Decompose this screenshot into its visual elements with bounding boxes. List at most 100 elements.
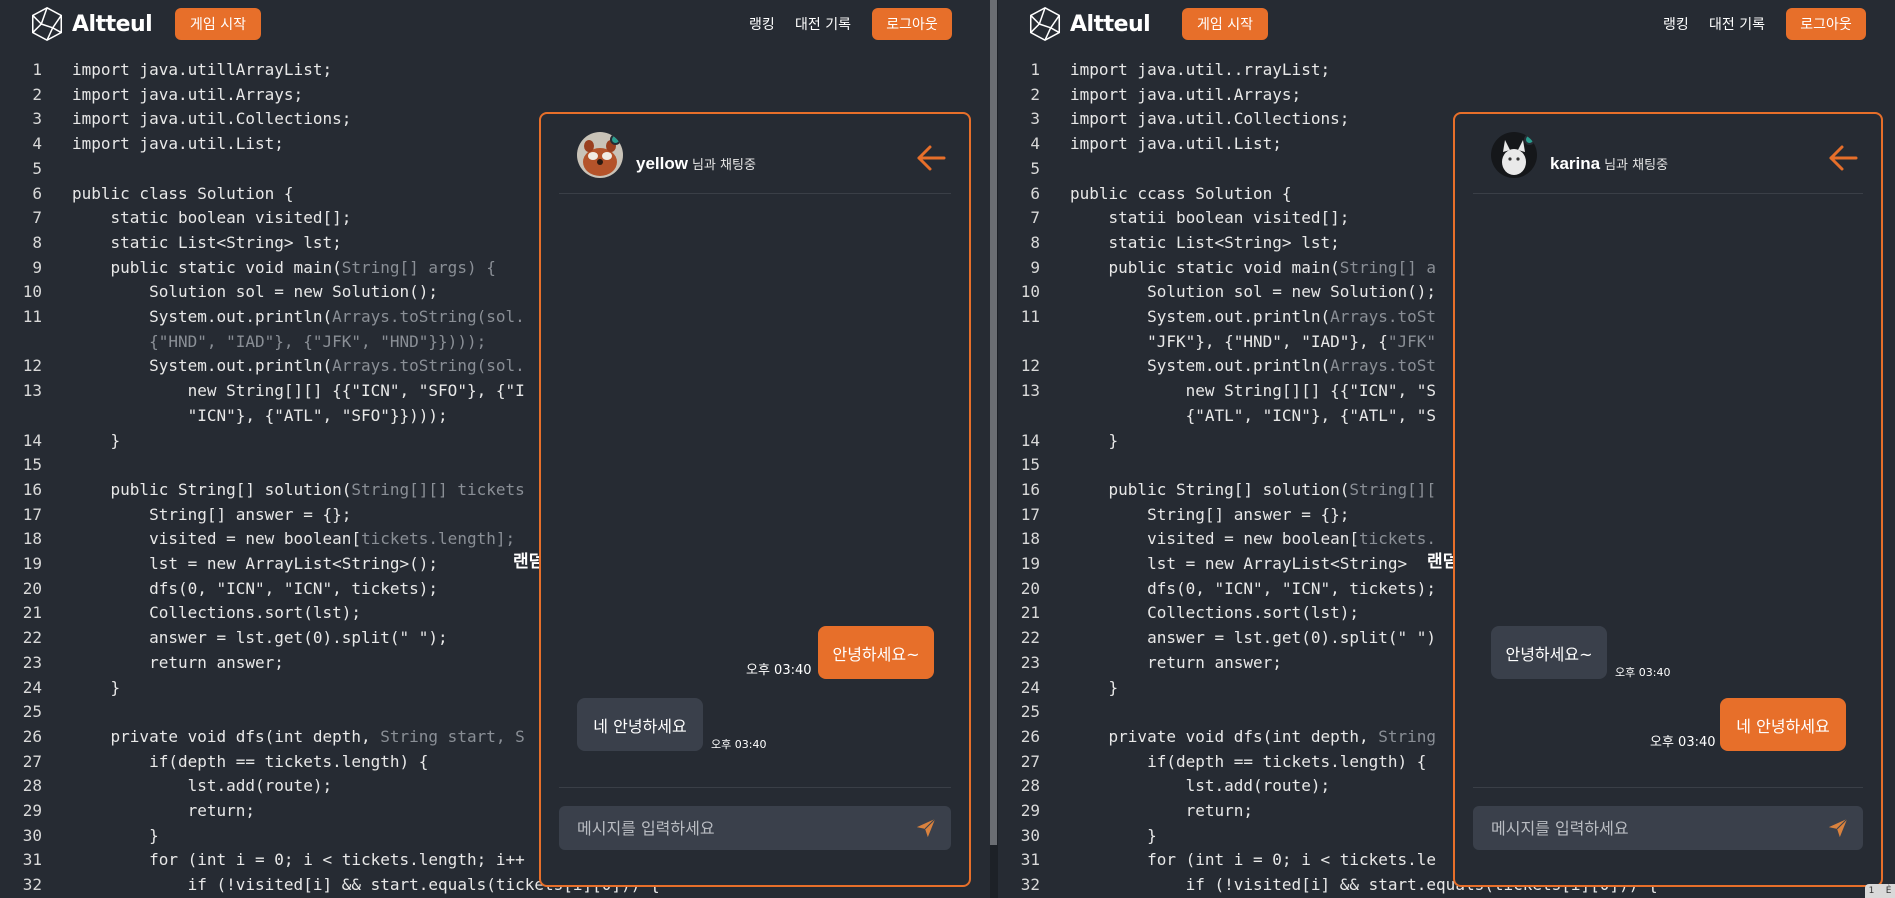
line-number: 18: [22, 529, 42, 549]
start-game-button[interactable]: 게임 시작: [175, 8, 261, 40]
code-line[interactable]: }: [72, 676, 121, 701]
code-line[interactable]: import java.util..rrayList;: [1070, 58, 1330, 83]
line-number: 31: [22, 850, 42, 870]
code-line[interactable]: import java.util.Arrays;: [1070, 83, 1301, 108]
code-line[interactable]: import java.util.Collections;: [72, 107, 351, 132]
code-line[interactable]: lst.add(route);: [72, 774, 333, 799]
code-line[interactable]: lst = new ArrayList<String>: [1070, 552, 1407, 577]
corner-widget[interactable]: 1 Ѐ: [1865, 884, 1895, 898]
code-line[interactable]: public static void main(String[] a: [1070, 256, 1437, 281]
code-line[interactable]: dfs(0, "ICN", "ICN", tickets);: [1070, 577, 1436, 602]
message-time: 오후 03:40: [1650, 735, 1716, 750]
code-line[interactable]: "JFK"}, {"HND", "IAD"}, {"JFK": [1070, 330, 1436, 355]
code-line[interactable]: for (int i = 0; i < tickets.length; i++: [72, 848, 525, 873]
chat-input-box[interactable]: [559, 806, 951, 850]
code-line[interactable]: System.out.println(Arrays.toString(sol.: [72, 354, 525, 379]
right-pane: Altteul 게임 시작 랭킹 대전 기록 로그아웃 1 import java…: [998, 0, 1895, 898]
code-line[interactable]: import java.util.List;: [72, 132, 284, 157]
code-line[interactable]: String[] answer = {};: [1070, 503, 1349, 528]
code-line[interactable]: }: [72, 824, 159, 849]
code-line[interactable]: answer = lst.get(0).split(" ");: [72, 626, 448, 651]
code-line[interactable]: statii boolean visited[];: [1070, 206, 1350, 231]
code-line[interactable]: lst = new ArrayList<String>();: [72, 552, 438, 577]
code-line[interactable]: if(depth == tickets.length) {: [72, 750, 428, 775]
split-divider[interactable]: [990, 0, 998, 898]
line-number: 32: [1020, 875, 1040, 895]
line-number: 4: [1030, 134, 1040, 154]
code-line[interactable]: System.out.println(Arrays.toString(sol.: [72, 305, 525, 330]
code-line[interactable]: Collections.sort(lst);: [1070, 601, 1359, 626]
nav-battle-history[interactable]: 대전 기록: [795, 14, 851, 34]
back-arrow-icon[interactable]: [1827, 142, 1859, 174]
nav-ranking[interactable]: 랭킹: [749, 14, 775, 34]
code-line[interactable]: public String[] solution(String[][] tick…: [72, 478, 525, 503]
nav-ranking[interactable]: 랭킹: [1663, 14, 1689, 34]
line-number: 11: [1020, 307, 1040, 326]
message-input[interactable]: [1491, 806, 1771, 850]
line-number: 10: [22, 282, 42, 302]
code-line[interactable]: for (int i = 0; i < tickets.le: [1070, 848, 1436, 873]
code-line[interactable]: }: [1070, 824, 1157, 849]
code-line[interactable]: visited = new boolean[tickets.: [1070, 527, 1436, 552]
code-line[interactable]: import java.utillArrayList;: [72, 58, 332, 83]
code-line[interactable]: System.out.println(Arrays.toSt: [1070, 305, 1436, 330]
code-line[interactable]: {"HND", "IAD"}, {"JFK", "HND"}})));: [72, 330, 486, 355]
scrollbar-thumb[interactable]: [990, 0, 997, 845]
logout-button[interactable]: 로그아웃: [1786, 8, 1866, 40]
code-line[interactable]: Solution sol = new Solution();: [1070, 280, 1436, 305]
start-game-button[interactable]: 게임 시작: [1182, 8, 1268, 40]
code-line[interactable]: import java.util.Collections;: [1070, 107, 1349, 132]
code-line[interactable]: static List<String> lst;: [72, 231, 342, 256]
line-number: 12: [1020, 356, 1040, 376]
code-line[interactable]: import java.util.Arrays;: [72, 83, 303, 108]
code-line[interactable]: import java.util.List;: [1070, 132, 1282, 157]
code-line[interactable]: answer = lst.get(0).split(" "): [1070, 626, 1436, 651]
line-number: 29: [1020, 801, 1040, 820]
line-number: 27: [22, 751, 42, 771]
code-line[interactable]: }: [1070, 676, 1119, 701]
code-line[interactable]: return;: [1070, 799, 1253, 824]
logout-button[interactable]: 로그아웃: [872, 8, 952, 40]
send-icon[interactable]: [1827, 817, 1849, 839]
code-line[interactable]: lst.add(route);: [1070, 774, 1331, 799]
code-line[interactable]: "ICN"}, {"ATL", "SFO"}})));: [72, 404, 448, 429]
code-line[interactable]: new String[][] {{"ICN", "SFO"}, {"I: [72, 379, 525, 404]
code-line[interactable]: Solution sol = new Solution();: [72, 280, 438, 305]
line-number: 15: [1020, 455, 1040, 475]
code-line[interactable]: public static void main(String[] args) {: [72, 256, 496, 281]
chat-input-box[interactable]: [1473, 806, 1863, 850]
code-line[interactable]: {"ATL", "ICN"}, {"ATL", "S: [1070, 404, 1436, 429]
code-line[interactable]: return answer;: [72, 651, 284, 676]
line-number: 1: [1030, 60, 1040, 79]
code-line[interactable]: public class Solution {: [72, 182, 294, 207]
code-line[interactable]: if(depth == tickets.length) {: [1070, 750, 1426, 775]
code-line[interactable]: }: [1070, 429, 1119, 454]
code-line[interactable]: static List<String> lst;: [1070, 231, 1340, 256]
code-line[interactable]: visited = new boolean[tickets.length];: [72, 527, 515, 552]
code-line[interactable]: return;: [72, 799, 255, 824]
code-line[interactable]: dfs(0, "ICN", "ICN", tickets);: [72, 577, 438, 602]
line-number: 30: [22, 825, 42, 845]
code-line[interactable]: public ccass Solution {: [1070, 182, 1292, 207]
code-line[interactable]: return answer;: [1070, 651, 1282, 676]
code-line[interactable]: public String[] solution(String[][: [1070, 478, 1437, 503]
code-line[interactable]: new String[][] {{"ICN", "S: [1070, 379, 1436, 404]
line-number: 13: [22, 381, 42, 401]
code-line[interactable]: }: [72, 429, 121, 454]
logo-icon: [1029, 6, 1061, 42]
code-line[interactable]: String[] answer = {};: [72, 503, 351, 528]
message-time: 오후 03:40: [711, 738, 767, 751]
message-bubble-sent: 네 안녕하세요: [1720, 698, 1846, 751]
message-bubble-sent: 안녕하세요~: [818, 626, 934, 679]
nav-battle-history[interactable]: 대전 기록: [1709, 14, 1765, 34]
back-arrow-icon[interactable]: [915, 142, 947, 174]
code-line[interactable]: System.out.println(Arrays.toSt: [1070, 354, 1436, 379]
send-icon[interactable]: [915, 817, 937, 839]
code-line[interactable]: private void dfs(int depth, String start…: [72, 725, 525, 750]
code-line[interactable]: private void dfs(int depth, String: [1070, 725, 1437, 750]
code-line[interactable]: Collections.sort(lst);: [72, 601, 361, 626]
message-input[interactable]: [577, 806, 857, 850]
code-line[interactable]: static boolean visited[];: [72, 206, 352, 231]
logo[interactable]: Altteul: [28, 6, 153, 42]
logo[interactable]: Altteul: [1026, 6, 1151, 42]
